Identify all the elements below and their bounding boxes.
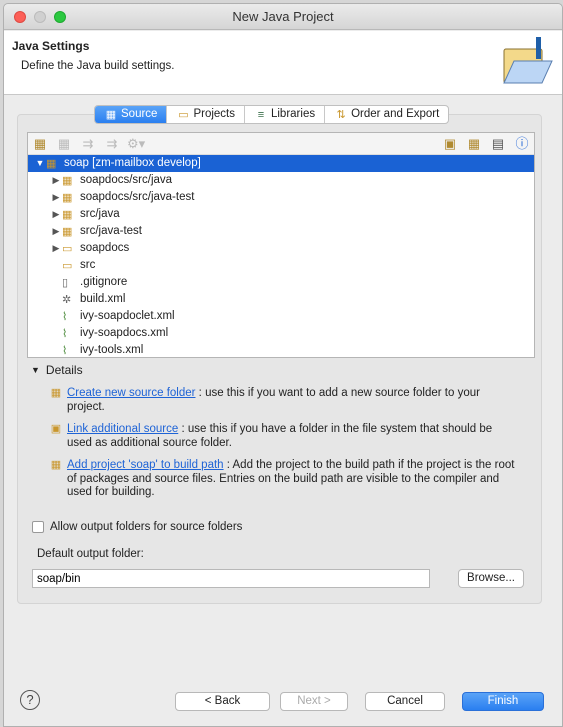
- new-source-folder-icon[interactable]: ▦: [465, 137, 483, 150]
- default-output-label: Default output folder:: [37, 548, 144, 560]
- tree-item[interactable]: ▶ ▦ src/java: [28, 206, 534, 223]
- help-icon[interactable]: ⓘ: [513, 137, 531, 150]
- library-icon: ≡: [257, 108, 265, 121]
- help-icon[interactable]: ?: [20, 690, 40, 710]
- tree-item[interactable]: ▼ ▦ soap [zm-mailbox develop]: [28, 155, 534, 172]
- browse-button[interactable]: Browse...: [458, 569, 524, 588]
- details-toggle[interactable]: ▼ Details: [27, 362, 535, 378]
- allow-output-folders-checkbox[interactable]: Allow output folders for source folders: [32, 521, 242, 533]
- tree-item[interactable]: ▯ .gitignore: [28, 274, 534, 291]
- xml-file-icon: ⌇: [62, 310, 68, 323]
- tree-item-label: src/java: [80, 208, 120, 220]
- package-folder-icon: ▦: [62, 225, 73, 238]
- xml-file-icon: ⌇: [62, 344, 68, 357]
- tree-item-label: ivy-soapdocs.xml: [80, 327, 169, 339]
- folder-icon: ▭: [62, 242, 73, 255]
- tree-item[interactable]: ▭ src: [28, 257, 534, 274]
- tree-item[interactable]: ⌇ ivy-soapdocs.xml: [28, 325, 534, 342]
- package-folder-icon: ▦: [62, 208, 73, 221]
- detail-link-source: ▣ Link additional source : use this if yo…: [50, 423, 493, 449]
- chevron-down-icon: ▼: [31, 365, 40, 375]
- page-subtitle: Define the Java build settings.: [21, 60, 175, 72]
- collapsed-arrow-icon[interactable]: ▶: [50, 206, 62, 223]
- tree-item-label: .gitignore: [80, 276, 128, 288]
- java-project-wizard-icon: [503, 37, 553, 84]
- zoom-button[interactable]: [54, 11, 66, 23]
- tree-item-label: src/java-test: [80, 225, 142, 237]
- tree-item[interactable]: ▶ ▭ soapdocs: [28, 240, 534, 257]
- tree-item[interactable]: ⌇ ivy-soapdoclet.xml: [28, 308, 534, 325]
- details-section: ▼ Details ▦ Create new source folder : use…: [27, 362, 535, 500]
- xml-file-icon: ⌇: [62, 327, 68, 340]
- tree-item[interactable]: ✲ build.xml: [28, 291, 534, 308]
- link-source-icon[interactable]: ▣: [441, 137, 459, 150]
- add-folder-icon: ▦: [50, 459, 62, 471]
- minimize-button[interactable]: [34, 11, 46, 23]
- tree-item-label: ivy-soapdoclet.xml: [80, 310, 175, 322]
- create-source-folder-link[interactable]: Create new source folder: [67, 387, 195, 399]
- exclude-icon[interactable]: ⇉: [103, 137, 121, 150]
- close-button[interactable]: [14, 11, 26, 23]
- source-folder-icon: ▦: [105, 108, 117, 121]
- ant-file-icon: ✲: [62, 293, 72, 306]
- tree-item[interactable]: ▶ ▦ src/java-test: [28, 223, 534, 240]
- tab-bar: ▦ Source ▭ Projects ≡ Libraries ⇅ Order and …: [94, 105, 450, 124]
- tree-item-label: src: [80, 259, 96, 271]
- cancel-button[interactable]: Cancel: [365, 692, 445, 711]
- default-output-folder-input[interactable]: [32, 569, 430, 588]
- new-source-folder-icon: ▦: [50, 387, 62, 399]
- add-project-build-path-link[interactable]: Add project 'soap' to build path: [67, 459, 224, 471]
- tree-item-label: build.xml: [80, 293, 126, 305]
- project-folder-icon: ▭: [178, 108, 189, 121]
- remove-folder-icon[interactable]: ▦: [55, 137, 73, 150]
- file-icon: ▯: [62, 276, 69, 289]
- collapsed-arrow-icon[interactable]: ▶: [50, 223, 62, 240]
- package-folder-icon: ▦: [62, 174, 73, 187]
- include-icon[interactable]: ⇉: [79, 137, 97, 150]
- tab-source[interactable]: ▦ Source: [95, 106, 168, 123]
- tab-libraries[interactable]: ≡ Libraries: [245, 106, 326, 123]
- expanded-arrow-icon[interactable]: ▼: [34, 155, 46, 172]
- package-folder-icon: ▦: [62, 191, 73, 204]
- configure-dropdown-icon[interactable]: ⚙▾: [127, 137, 145, 150]
- tree-item-label: soapdocs/src/java-test: [80, 191, 195, 203]
- page-title: Java Settings: [12, 39, 90, 53]
- collapsed-arrow-icon[interactable]: ▶: [50, 172, 62, 189]
- tree-item[interactable]: ▶ ▦ soapdocs/src/java-test: [28, 189, 534, 206]
- tree-item[interactable]: ▶ ▦ soapdocs/src/java: [28, 172, 534, 189]
- detail-create-folder: ▦ Create new source folder : use this if …: [50, 387, 480, 413]
- detail-add-project: ▦ Add project 'soap' to build path : Add …: [50, 459, 515, 498]
- tree-item-label: soapdocs: [80, 242, 130, 254]
- tree-item-label: ivy-tools.xml: [80, 344, 144, 356]
- collapsed-arrow-icon[interactable]: ▶: [50, 189, 62, 206]
- tab-order-and-export[interactable]: ⇅ Order and Export: [325, 106, 448, 123]
- link-source-icon: ▣: [50, 423, 62, 435]
- order-icon: ⇅: [336, 108, 346, 121]
- back-button[interactable]: < Back: [175, 692, 270, 711]
- tab-projects[interactable]: ▭ Projects: [167, 106, 245, 123]
- finish-button[interactable]: Finish: [462, 692, 544, 711]
- source-tree[interactable]: ▦ ▦ ⇉ ⇉ ⚙▾ ▣ ▦ ▤ ⓘ ▼ ▦ soap [zm-mailbox de…: [27, 132, 535, 358]
- wizard-header: Java Settings Define the Java build sett…: [4, 31, 562, 95]
- tree-item-label: soap [zm-mailbox develop]: [64, 157, 201, 169]
- remove-file-icon[interactable]: ▤: [489, 137, 507, 150]
- tree-item-label: soapdocs/src/java: [80, 174, 173, 186]
- folder-icon: ▭: [62, 259, 73, 272]
- window-title: New Java Project: [232, 9, 334, 24]
- collapsed-arrow-icon[interactable]: ▶: [50, 240, 62, 257]
- title-bar: New Java Project: [4, 4, 562, 30]
- link-additional-source-link[interactable]: Link additional source: [67, 423, 178, 435]
- project-icon: ▦: [46, 157, 57, 170]
- add-folder-icon[interactable]: ▦: [31, 137, 49, 150]
- tree-item[interactable]: ⌇ ivy-tools.xml: [28, 342, 534, 357]
- tree-toolbar: ▦ ▦ ⇉ ⇉ ⚙▾ ▣ ▦ ▤ ⓘ: [28, 133, 534, 155]
- next-button[interactable]: Next >: [280, 692, 348, 711]
